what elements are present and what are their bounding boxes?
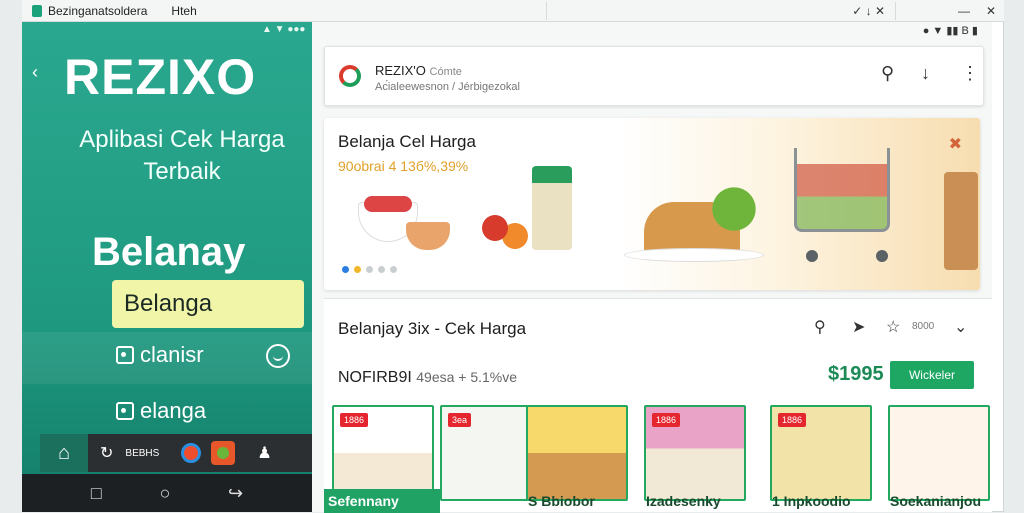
nav-item-active-label: Belanga — [124, 290, 213, 317]
recent-apps-icon[interactable]: □ — [91, 483, 102, 504]
google-logo-icon — [339, 65, 361, 87]
bottom-tab-bar: ⌂ ↻ BEBHS ♟ — [40, 434, 312, 472]
carousel-dot[interactable] — [366, 266, 373, 273]
product-name[interactable]: Izadesenky — [642, 489, 762, 513]
search-query: REZIX'O Cómte — [375, 63, 462, 78]
product-tile[interactable]: 1886 — [644, 405, 746, 501]
card-title: Belanjay 3ix - Cek Harga — [338, 319, 527, 338]
chevron-down-icon[interactable]: ⌄ — [954, 317, 967, 337]
product-tag: 1886 — [340, 413, 369, 427]
tab-label[interactable]: BEBHS — [125, 448, 159, 459]
banner-title: Belanja Cel Harga — [338, 132, 476, 151]
search-icon[interactable]: ⚲ — [881, 63, 894, 84]
product-tag: 3ea — [448, 413, 472, 427]
bowl-image — [406, 222, 450, 250]
window-title: Bezinganatsoldera — [48, 3, 148, 18]
download-icon[interactable]: ↓ — [921, 63, 930, 84]
carousel-dot[interactable] — [390, 266, 397, 273]
carousel-dot[interactable] — [342, 266, 349, 273]
product-tile[interactable]: 1886 — [332, 405, 434, 501]
app-icon — [32, 4, 42, 17]
carousel-dot[interactable] — [378, 266, 385, 273]
back-chevron-icon[interactable]: ‹ — [32, 62, 38, 83]
app-shortcut-icon-2[interactable] — [211, 441, 236, 465]
card-meta-code: NOFIRB9I — [338, 369, 412, 386]
star-icon[interactable]: ☆ — [886, 317, 900, 337]
product-tile[interactable]: 1886 — [770, 405, 872, 501]
nav-item-elanga[interactable]: elanga — [116, 398, 206, 424]
home-icon[interactable]: ⌂ — [40, 434, 88, 472]
card-count: 8000 — [912, 321, 935, 332]
close-button[interactable]: ✕ — [986, 4, 996, 18]
back-icon[interactable]: ↪ — [228, 483, 243, 504]
carousel-dots[interactable] — [342, 266, 402, 273]
product-name[interactable]: Soekanianjou — [886, 489, 990, 513]
send-icon[interactable]: ➤ — [852, 317, 865, 337]
food-jar-image — [944, 172, 978, 270]
canned-food-image — [532, 166, 572, 250]
carousel-dot[interactable] — [354, 266, 361, 273]
search-subtitle: Aс́ialeewesnon / Jérbigezokal — [375, 81, 520, 93]
buy-button[interactable]: Wickeler — [890, 361, 974, 389]
card-meta-detail: 49esa + 5.1%ve — [416, 369, 518, 385]
product-name[interactable]: S Bbiobor — [524, 489, 634, 513]
item-icon — [116, 402, 134, 420]
search-query-muted: Cómte — [429, 66, 462, 78]
search-icon[interactable]: ⚲ — [814, 317, 826, 337]
price: $1995 — [828, 363, 884, 385]
nav-item-active[interactable]: Belanga — [112, 280, 304, 328]
nav-item-label: clanisr — [140, 342, 204, 367]
cart-wheel-left — [806, 250, 818, 262]
product-tag: 1886 — [778, 413, 807, 427]
product-card: Belanjay 3ix - Cek Harga ⚲ ➤ ☆ 8000 ⌄ NO… — [324, 298, 992, 513]
greens-image — [704, 184, 764, 234]
home-circle-icon[interactable]: ○ — [159, 483, 170, 504]
window-subtitle: Hteh — [171, 3, 197, 18]
search-query-text: REZIX'O — [375, 63, 426, 78]
nav-item-label: elanga — [140, 398, 207, 423]
app-tagline: Aplibasi Cek Harga Terbaik — [79, 126, 285, 185]
promo-banner[interactable]: Belanja Cel Harga 90obrai 4 13б%,39% ✖ — [324, 118, 980, 290]
main-content: ● ▼ ▮▮ В ▮ REZIX'O Cómte Aс́ialeewesnon … — [312, 22, 992, 513]
refresh-icon[interactable]: ↻ — [100, 443, 113, 463]
item-icon — [116, 346, 134, 364]
search-bar[interactable]: REZIX'O Cómte Aс́ialeewesnon / Jérbigezo… — [324, 46, 984, 106]
nav-item-clanisr[interactable]: clanisr — [116, 342, 204, 368]
titlebar-status-icons[interactable]: ✓ ↓ ✕ — [852, 4, 885, 18]
shopping-cart-image — [794, 148, 890, 232]
vegetables-image — [480, 212, 530, 252]
title-bar-controls: ✓ ↓ ✕ — [546, 2, 896, 20]
section-heading: Belanay — [92, 230, 246, 274]
product-tile[interactable] — [526, 405, 628, 501]
product-tag: 1886 — [652, 413, 681, 427]
status-icons: ● ▼ ▮▮ В ▮ — [922, 25, 978, 37]
window-controls: — ✕ — [950, 0, 1004, 22]
product-name[interactable]: 1 Inpkoodio — [768, 489, 888, 513]
cart-wheel-right — [876, 250, 888, 262]
more-options-icon[interactable]: ⋮ — [961, 63, 979, 84]
app-logo: REZIXO — [64, 49, 257, 105]
minimize-button[interactable]: — — [958, 4, 970, 18]
system-nav-bar: □ ○ ↪ — [22, 474, 312, 512]
banner-promo: 90obrai 4 13б%,39% — [338, 158, 469, 174]
smile-icon[interactable] — [266, 344, 290, 368]
product-tile[interactable] — [888, 405, 990, 501]
status-icons: ▲ ▼ ●●● — [262, 24, 306, 35]
profile-icon[interactable]: ♟ — [257, 443, 271, 463]
left-panel: ‹ ▲ ▼ ●●● REZIXO Aplibasi Cek Harga Terb… — [22, 22, 312, 512]
card-meta: NOFIRB9I 49esa + 5.1%ve — [338, 369, 517, 387]
app-shortcut-icon[interactable] — [181, 443, 202, 463]
plate-image — [624, 248, 764, 262]
title-bar: Bezinganatsoldera Hteh ✓ ↓ ✕ — ✕ — [22, 0, 1004, 22]
close-banner-icon[interactable]: ✖ — [949, 134, 962, 154]
salad-image — [364, 196, 412, 212]
product-name[interactable]: Sefennany — [324, 489, 440, 513]
